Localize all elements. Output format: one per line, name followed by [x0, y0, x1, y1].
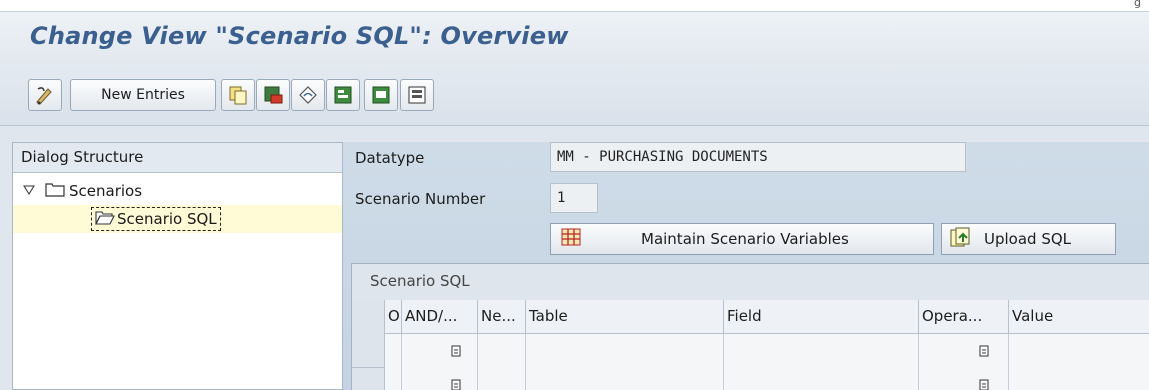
delete-button[interactable]	[256, 79, 290, 111]
table-cell[interactable]	[385, 334, 402, 368]
deselect-all-icon	[406, 84, 428, 106]
select-all-icon	[332, 84, 354, 106]
table-cell[interactable]	[478, 334, 526, 368]
scenario-number-field[interactable]: 1	[550, 183, 598, 213]
folder-icon	[45, 181, 65, 201]
deselect-all-button[interactable]	[400, 79, 434, 111]
row-selector[interactable]	[352, 368, 385, 390]
table-cell[interactable]	[478, 368, 526, 390]
undo-change-icon	[297, 84, 319, 106]
select-block-button[interactable]	[364, 79, 398, 111]
column-header[interactable]: Table	[526, 300, 724, 334]
display-change-icon	[34, 84, 56, 106]
tree-node-label: Scenarios	[69, 182, 143, 200]
select-all-button[interactable]	[326, 79, 360, 111]
tree-node-scenarios[interactable]: Scenarios	[13, 177, 342, 205]
dropdown-icon[interactable]	[979, 345, 989, 357]
table-cell[interactable]	[724, 368, 919, 390]
table-cell[interactable]	[919, 368, 1009, 390]
maintain-scenario-variables-button[interactable]: Maintain Scenario Variables	[550, 223, 934, 255]
tree-node-scenario-sql[interactable]: Scenario SQL	[13, 205, 342, 233]
table-title: Scenario SQL	[352, 264, 1149, 300]
table-cell[interactable]	[526, 368, 724, 390]
datatype-field[interactable]: MM - PURCHASING DOCUMENTS	[550, 142, 966, 172]
dropdown-icon[interactable]	[451, 379, 461, 390]
table-cell[interactable]	[526, 334, 724, 368]
undo-change-button[interactable]	[291, 79, 325, 111]
table-cell[interactable]	[1009, 368, 1149, 390]
select-block-icon	[370, 84, 392, 106]
table-cell[interactable]	[385, 368, 402, 390]
column-header[interactable]: Value	[1009, 300, 1149, 334]
tree-node-label: Scenario SQL	[117, 210, 217, 228]
open-folder-icon	[95, 209, 115, 229]
copy-as-button[interactable]	[221, 79, 255, 111]
column-header[interactable]: Opera...	[919, 300, 1009, 334]
display-change-button[interactable]	[28, 79, 62, 111]
column-header[interactable]: Field	[724, 300, 919, 334]
dropdown-icon[interactable]	[451, 345, 461, 357]
column-header[interactable]: O	[385, 300, 402, 334]
scenario-number-label: Scenario Number	[355, 190, 486, 208]
selection-focus-frame: Scenario SQL	[91, 207, 221, 231]
upload-sql-button[interactable]: Upload SQL	[941, 223, 1116, 255]
table-cell[interactable]	[724, 334, 919, 368]
table-grid-icon	[561, 228, 581, 250]
upload-icon	[950, 227, 972, 251]
new-entries-button[interactable]: New Entries	[70, 79, 216, 111]
scenario-sql-table: Scenario SQL O AND/... Ne... Table Field…	[351, 263, 1149, 390]
dialog-structure-header: Dialog Structure	[13, 143, 342, 173]
page-title: Change View "Scenario SQL": Overview	[30, 22, 569, 50]
dialog-structure-panel: Dialog Structure Scenarios Scenario SQL	[12, 142, 343, 390]
table-row	[385, 368, 1149, 390]
datatype-label: Datatype	[355, 149, 425, 167]
expand-triangle-icon[interactable]	[23, 183, 35, 199]
copy-as-icon	[227, 84, 249, 106]
table-row	[385, 334, 1149, 368]
select-all-rows-button[interactable]	[352, 300, 385, 334]
top-right-text-fragment: g	[1134, 0, 1141, 9]
column-header[interactable]: Ne...	[478, 300, 526, 334]
column-header[interactable]: AND/...	[402, 300, 478, 334]
dropdown-icon[interactable]	[979, 379, 989, 390]
table-cell[interactable]	[402, 334, 478, 368]
title-bar: Change View "Scenario SQL": Overview	[0, 12, 1149, 64]
row-selector[interactable]	[352, 334, 385, 368]
top-strip: g	[0, 0, 1149, 12]
table-cell[interactable]	[1009, 334, 1149, 368]
table-cell[interactable]	[919, 334, 1009, 368]
new-entries-label: New Entries	[101, 87, 185, 103]
table-header-row: O AND/... Ne... Table Field Opera... Val…	[352, 300, 1149, 334]
upload-sql-label: Upload SQL	[984, 230, 1072, 248]
table-cell[interactable]	[402, 368, 478, 390]
maintain-scenario-variables-label: Maintain Scenario Variables	[641, 230, 849, 248]
application-toolbar: New Entries	[0, 64, 1149, 126]
delete-icon	[262, 84, 284, 106]
